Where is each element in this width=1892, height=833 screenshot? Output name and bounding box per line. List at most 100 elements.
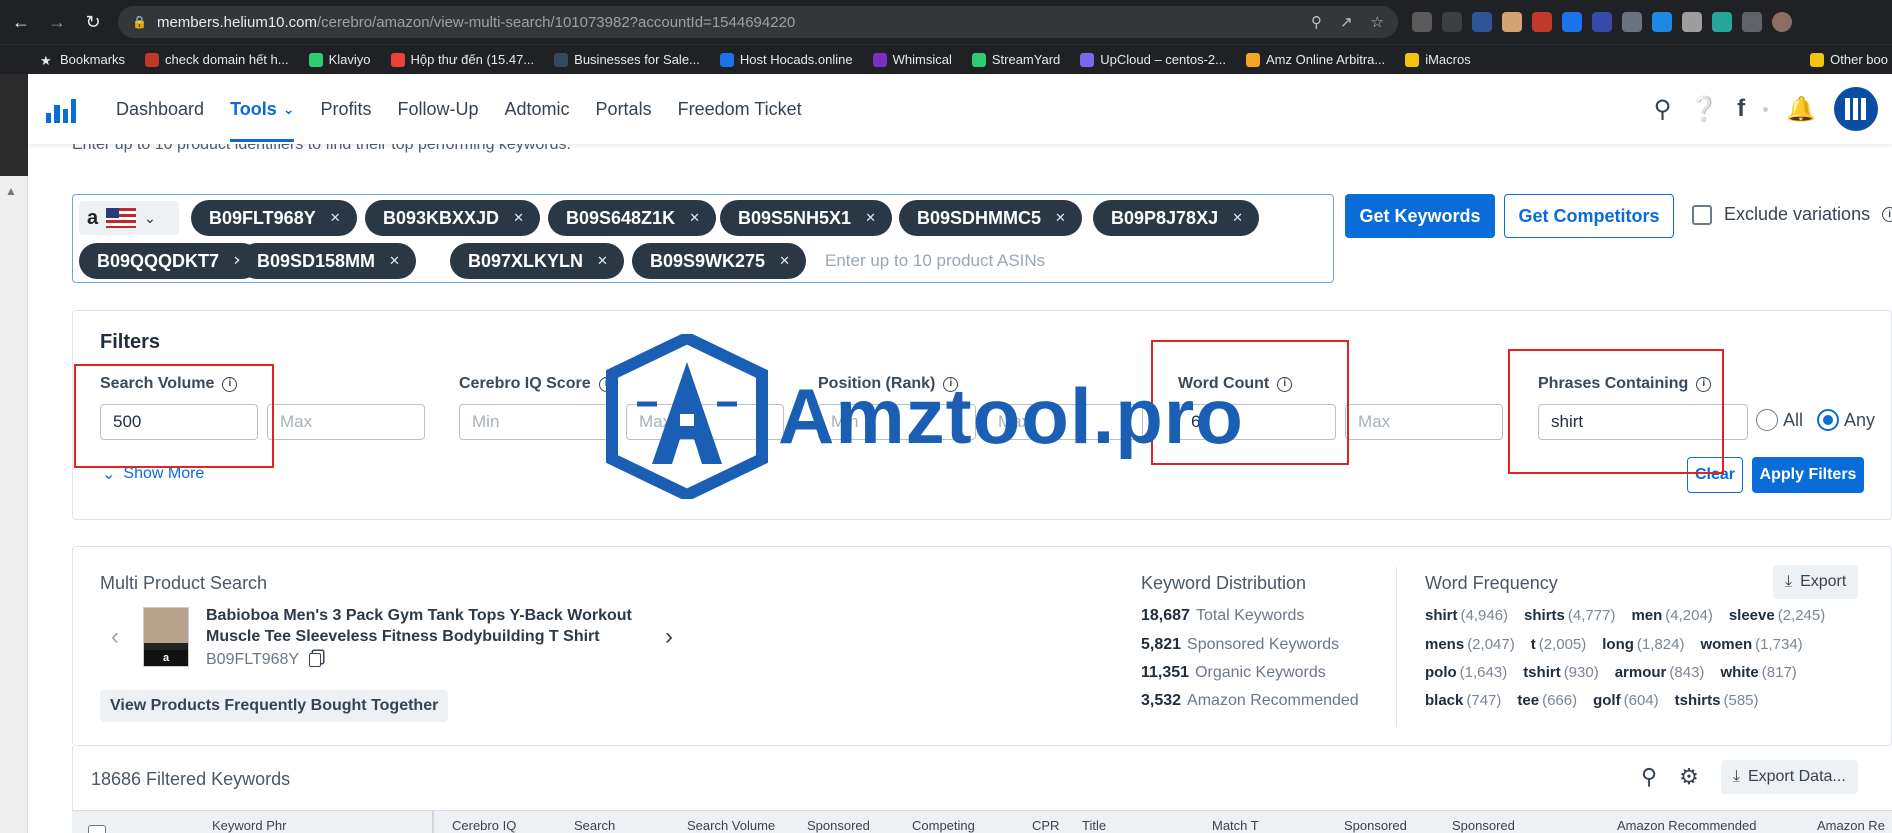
info-icon[interactable]: i (222, 376, 238, 392)
nav-item-adtomic[interactable]: Adtomic (505, 74, 570, 144)
column-header[interactable]: Sponsored (1452, 818, 1515, 833)
bookmark-item[interactable]: Amz Online Arbitra... (1246, 52, 1385, 67)
asin-chip[interactable]: B093KBXXJD ✕ (365, 200, 540, 236)
column-header[interactable]: Title (1082, 818, 1106, 833)
select-all-checkbox[interactable] (88, 825, 106, 833)
word-frequency-item[interactable]: armour (843) (1615, 664, 1705, 681)
word-frequency-item[interactable]: women (1,734) (1700, 636, 1802, 653)
share-icon[interactable]: ↗ (1340, 13, 1353, 31)
bookmark-item[interactable]: Whimsical (872, 52, 952, 67)
search-volume-max-input[interactable] (267, 404, 425, 440)
cerebro-iq-min-input[interactable] (459, 404, 617, 440)
extension-icon[interactable] (1412, 12, 1432, 32)
extension-icon[interactable] (1502, 12, 1522, 32)
word-frequency-item[interactable]: tee (666) (1517, 692, 1577, 709)
asin-input-box[interactable]: a ⌄ B09FLT968Y✕B093KBXXJD✕B09S648Z1K✕B09… (72, 194, 1334, 283)
remove-chip-icon[interactable]: ✕ (779, 253, 790, 269)
bookmark-item[interactable]: ★ Bookmarks (40, 52, 125, 68)
facebook-icon[interactable]: f (1737, 95, 1745, 123)
column-header[interactable]: Competing (912, 818, 975, 833)
bookmark-item[interactable]: Businesses for Sale... (554, 52, 700, 67)
export-data-button[interactable]: ⤓ Export Data... (1720, 760, 1858, 794)
extension-icon[interactable] (1622, 12, 1642, 32)
extension-icon[interactable] (1682, 12, 1702, 32)
clear-button[interactable]: Clear (1687, 457, 1743, 493)
export-button[interactable]: ⤓ Export (1773, 565, 1859, 599)
extension-icon[interactable] (1712, 12, 1732, 32)
column-header[interactable]: Amazon Re (1817, 818, 1885, 833)
exclude-variations[interactable]: Exclude variations i (1692, 204, 1892, 225)
account-avatar[interactable] (1834, 87, 1878, 131)
chevron-left-icon[interactable]: ‹ (111, 623, 119, 651)
word-frequency-item[interactable]: sleeve (2,245) (1729, 607, 1825, 624)
helium10-logo[interactable] (46, 95, 76, 123)
other-bookmarks[interactable]: Other boo (1810, 52, 1888, 67)
asin-chip[interactable]: B09S9WK275 ✕ (632, 243, 806, 279)
copy-icon[interactable] (309, 653, 322, 667)
word-frequency-item[interactable]: shirt (4,946) (1425, 607, 1508, 624)
word-frequency-item[interactable]: polo (1,643) (1425, 664, 1507, 681)
radio-all[interactable]: All (1756, 409, 1803, 431)
address-bar[interactable]: 🔒 members.helium10.com /cerebro/amazon/v… (118, 6, 1398, 38)
asin-chip[interactable]: B097XLKYLN ✕ (450, 243, 624, 279)
back-icon[interactable]: ← (6, 7, 36, 37)
bookmark-item[interactable]: StreamYard (971, 52, 1060, 67)
extension-icon[interactable] (1652, 12, 1672, 32)
word-frequency-item[interactable]: t (2,005) (1531, 636, 1587, 653)
asin-chip[interactable]: B09SDHMMC5 ✕ (899, 200, 1082, 236)
bookmark-item[interactable]: iMacros (1405, 52, 1471, 67)
radio-any[interactable]: Any (1817, 409, 1875, 431)
nav-item-profits[interactable]: Profits (320, 74, 371, 144)
word-frequency-item[interactable]: white (817) (1720, 664, 1796, 681)
bookmark-item[interactable]: Hộp thư đến (15.47... (390, 52, 534, 67)
column-header[interactable]: Search (574, 818, 615, 833)
radio-all-circle[interactable] (1756, 409, 1778, 431)
search-volume-min-input[interactable] (100, 404, 258, 440)
extension-icon[interactable] (1532, 12, 1552, 32)
asin-chip[interactable]: B09S648Z1K ✕ (548, 200, 716, 236)
word-frequency-item[interactable]: golf (604) (1593, 692, 1659, 709)
reload-icon[interactable]: ↻ (78, 7, 108, 37)
word-frequency-item[interactable]: tshirt (930) (1523, 664, 1599, 681)
word-count-max-input[interactable] (1345, 404, 1503, 440)
column-header[interactable]: Search Volume (687, 818, 775, 833)
asin-input[interactable] (825, 246, 1275, 276)
exclude-variations-checkbox[interactable] (1692, 204, 1712, 225)
word-frequency-item[interactable]: black (747) (1425, 692, 1501, 709)
word-frequency-item[interactable]: shirts (4,777) (1524, 607, 1615, 624)
marketplace-selector[interactable]: a ⌄ (79, 201, 179, 235)
column-header[interactable]: Sponsored (1344, 818, 1407, 833)
extension-icon[interactable] (1442, 12, 1462, 32)
extension-icon[interactable] (1472, 12, 1492, 32)
remove-chip-icon[interactable]: ✕ (513, 210, 524, 226)
remove-chip-icon[interactable]: ✕ (1055, 210, 1066, 226)
asin-chip[interactable]: B09S5NH5X1 ✕ (720, 200, 892, 236)
product-title[interactable]: Babioboa Men's 3 Pack Gym Tank Tops Y-Ba… (206, 605, 636, 647)
help-icon[interactable]: ❔ (1689, 95, 1719, 124)
column-header[interactable]: Cerebro IQ (452, 818, 516, 833)
column-header[interactable]: CPR (1032, 818, 1059, 833)
info-icon[interactable]: i (1696, 376, 1712, 392)
bell-icon[interactable]: 🔔 (1786, 95, 1816, 124)
get-competitors-button[interactable]: Get Competitors (1504, 194, 1674, 238)
info-icon[interactable]: i (1882, 207, 1892, 222)
extension-icon[interactable] (1592, 12, 1612, 32)
phrases-containing-input[interactable] (1538, 404, 1748, 440)
remove-chip-icon[interactable]: ✕ (865, 210, 876, 226)
extension-icon[interactable] (1562, 12, 1582, 32)
column-header[interactable]: Sponsored (807, 818, 870, 833)
bookmark-item[interactable]: UpCloud – centos-2... (1080, 52, 1226, 67)
get-keywords-button[interactable]: Get Keywords (1345, 194, 1495, 238)
scroll-up-icon[interactable]: ▲ (5, 184, 17, 198)
word-frequency-item[interactable]: men (4,204) (1631, 607, 1712, 624)
radio-any-circle[interactable] (1817, 409, 1839, 431)
remove-chip-icon[interactable]: ✕ (597, 253, 608, 269)
asin-chip[interactable]: B09FLT968Y ✕ (191, 200, 357, 236)
bookmark-item[interactable]: Klaviyo (308, 52, 371, 67)
puzzle-icon[interactable] (1742, 12, 1762, 32)
gear-icon[interactable]: ⚙ (1679, 764, 1699, 790)
bookmark-item[interactable]: check domain hết h... (145, 52, 289, 67)
column-header[interactable]: Amazon Recommended (1617, 818, 1756, 833)
star-icon[interactable]: ☆ (1371, 13, 1384, 31)
remove-chip-icon[interactable]: ✕ (689, 210, 700, 226)
